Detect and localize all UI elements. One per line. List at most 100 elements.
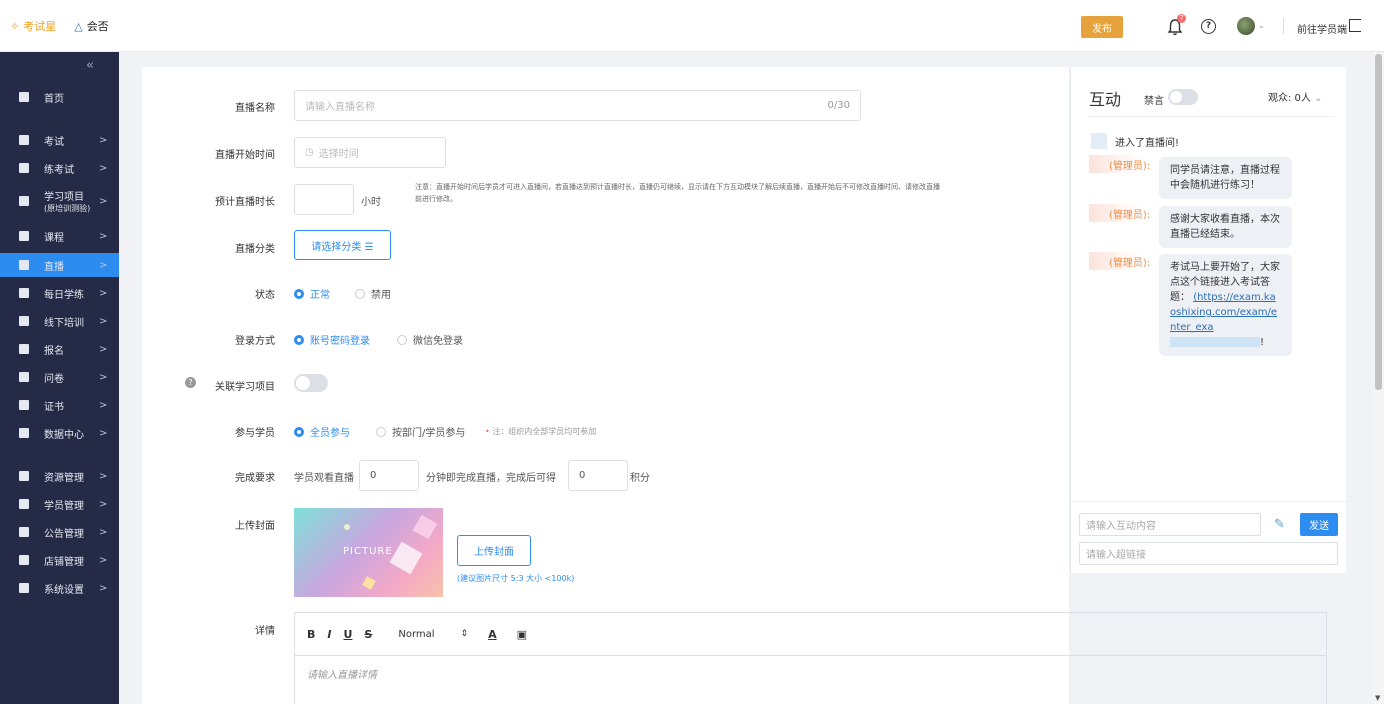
live-name-label: 直播名称 (235, 103, 275, 114)
sidebar-item-12[interactable]: 资源管理 > (0, 464, 119, 488)
notification-bell-icon[interactable]: 7 (1167, 14, 1186, 36)
image-icon[interactable]: ▣ (517, 628, 527, 641)
sidebar-item-9[interactable]: 问卷 > (0, 365, 119, 389)
message-tail: ! (1260, 337, 1265, 348)
duration-note: 注意：直播开始时间后学员才可进入直播间，若直播达到预计直播时长，直播仍可继续，显… (415, 183, 940, 203)
sidebar-item-13[interactable]: 学员管理 > (0, 492, 119, 516)
sidebar-item-15[interactable]: 店铺管理 > (0, 548, 119, 572)
italic-icon[interactable]: I (327, 628, 331, 641)
sidebar-item-5[interactable]: 直播 > (0, 253, 119, 277)
page-scrollbar[interactable]: ▼ (1373, 52, 1384, 704)
chevron-down-icon[interactable]: ⌄ (1258, 21, 1265, 30)
select-arrows-icon[interactable]: ⇕ (461, 629, 469, 639)
chevron-down-icon: ⌄ (1314, 93, 1323, 104)
logo[interactable]: ✧ 考试星 △ 会否 (10, 18, 109, 34)
sidebar-item-3[interactable]: 学习项目 (原培训测验) > (0, 184, 119, 218)
certificate-icon (19, 400, 29, 410)
live-name-input[interactable]: 请输入直播名称 0/30 (294, 90, 861, 121)
link-project-label: 关联学习项目 (215, 382, 275, 393)
help-icon[interactable]: ? (1201, 19, 1216, 34)
message-bubble: 同学员请注意，直播过程中会随机进行练习！ (1159, 157, 1292, 199)
sender-role: (管理员): (1109, 258, 1151, 269)
sidebar-item-label: 考试 (44, 133, 64, 148)
watch-minutes-input[interactable]: 0 (359, 460, 419, 491)
duration-label: 预计直播时长 (215, 197, 275, 208)
sidebar-item-11[interactable]: 数据中心 > (0, 421, 119, 445)
login-account-text: 账号密码登录 (310, 336, 370, 347)
publish-button[interactable]: 发布 (1081, 16, 1123, 38)
underline-icon[interactable]: U (343, 628, 352, 641)
scroll-down-icon[interactable]: ▼ (1375, 694, 1380, 702)
sidebar-item-label: 资源管理 (44, 469, 84, 484)
sidebar-item-2[interactable]: 练考试 > (0, 156, 119, 180)
home-grid-icon (19, 92, 29, 102)
sidebar-item-text: 数据中心 (44, 429, 84, 441)
hyperlink-input[interactable]: 请输入超链接 (1079, 542, 1338, 565)
bold-icon[interactable]: B (307, 628, 315, 641)
exit-icon[interactable] (1349, 19, 1361, 32)
text-color-icon[interactable]: A (488, 628, 497, 641)
mute-toggle[interactable] (1168, 89, 1198, 105)
send-button[interactable]: 发送 (1300, 513, 1338, 536)
status-normal-radio[interactable]: 正常 (294, 286, 330, 301)
mute-label: 禁言 (1144, 96, 1164, 107)
radio-dot (376, 426, 386, 437)
chevron-right-icon: > (99, 427, 108, 439)
viewer-count-text: 观众: 0人 (1268, 93, 1311, 104)
collapse-icon[interactable]: « (86, 58, 94, 73)
user-icon (19, 499, 29, 509)
signup-icon (19, 344, 29, 354)
sidebar-item-label: 学员管理 (44, 497, 84, 512)
sidebar-item-text: 首页 (44, 93, 64, 105)
chevron-right-icon: > (99, 526, 108, 538)
chevron-right-icon: > (99, 582, 108, 594)
sidebar-item-4[interactable]: 课程 > (0, 224, 119, 248)
upload-cover-button[interactable]: 上传封面 (457, 535, 531, 566)
scrollbar-thumb[interactable] (1375, 54, 1382, 390)
strikethrough-icon[interactable]: S (364, 628, 372, 641)
duration-input[interactable] (294, 184, 354, 215)
sidebar-item-16[interactable]: 系统设置 > (0, 576, 119, 600)
link-project-toggle[interactable] (294, 374, 328, 392)
participants-dept-radio[interactable]: 按部门/学员参与 (376, 424, 465, 439)
sender-role: (管理员): (1109, 210, 1151, 221)
editor-placeholder[interactable]: 请输入直播详情 (295, 656, 1326, 691)
viewer-count[interactable]: 观众: 0人 ⌄ (1268, 89, 1323, 104)
start-time-input[interactable]: ◷ 选择时间 (294, 137, 446, 168)
complete-label: 完成要求 (235, 473, 275, 484)
live-edit-form: 直播名称 请输入直播名称 0/30 直播开始时间 ◷ 选择时间 预计直播时长 小… (142, 67, 1327, 704)
sidebar-item-label: 练考试 (44, 161, 74, 176)
chevron-right-icon: > (99, 315, 108, 327)
participants-all-radio[interactable]: 全员参与 (294, 424, 350, 439)
shop-icon (19, 555, 29, 565)
sidebar-item-8[interactable]: 报名 > (0, 337, 119, 361)
sidebar-item-10[interactable]: 证书 > (0, 393, 119, 417)
attachment-icon[interactable]: ✎ (1274, 517, 1285, 532)
login-account-radio[interactable]: 账号密码登录 (294, 332, 370, 347)
sidebar-item-text: 线下培训 (44, 317, 84, 329)
sidebar-item-label: 线下培训 (44, 314, 84, 329)
points-input[interactable]: 0 (568, 460, 628, 491)
sidebar-item-text: 课程 (44, 232, 64, 244)
interaction-input[interactable]: 请输入互动内容 (1079, 513, 1261, 536)
sidebar-item-text: 每日学练 (44, 289, 84, 301)
detail-label: 详情 (255, 626, 275, 637)
avatar[interactable] (1237, 17, 1255, 35)
sidebar-item-1[interactable]: 考试 > (0, 128, 119, 152)
cover-label: 上传封面 (235, 521, 275, 532)
sidebar-item-7[interactable]: 线下培训 > (0, 309, 119, 333)
sidebar-item-0[interactable]: 首页 (0, 85, 119, 109)
chevron-right-icon: > (99, 371, 108, 383)
format-select[interactable]: Normal (398, 629, 434, 640)
start-time-label: 直播开始时间 (215, 150, 275, 161)
login-wechat-radio[interactable]: 微信免登录 (397, 332, 463, 347)
select-category-button[interactable]: 请选择分类 ☰ (294, 230, 391, 260)
status-disabled-radio[interactable]: 禁用 (355, 286, 391, 301)
notification-badge: 7 (1177, 14, 1186, 23)
front-end-link[interactable]: 前往学员端 (1297, 21, 1347, 36)
sidebar-item-14[interactable]: 公告管理 > (0, 520, 119, 544)
chevron-right-icon: > (99, 343, 108, 355)
sidebar-item-6[interactable]: 每日学练 > (0, 281, 119, 305)
redacted-link (1170, 337, 1260, 347)
participants-all-text: 全员参与 (310, 428, 350, 439)
